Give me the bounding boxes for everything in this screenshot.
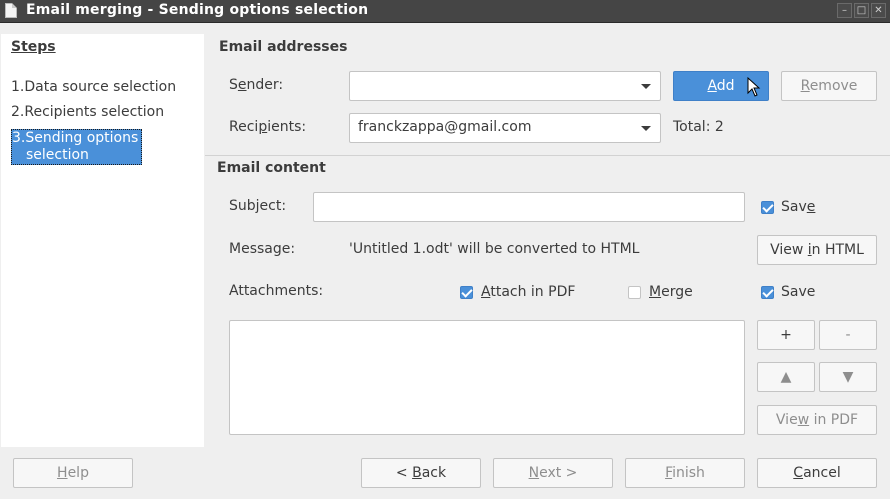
save-subject-checkbox[interactable] bbox=[761, 201, 774, 214]
merge-checkbox[interactable] bbox=[628, 286, 641, 299]
sender-combobox[interactable] bbox=[349, 71, 661, 101]
help-button[interactable]: Help bbox=[13, 458, 133, 488]
mouse-pointer-icon bbox=[747, 77, 761, 97]
step-number: 1. bbox=[11, 79, 25, 95]
close-icon[interactable]: ✕ bbox=[871, 3, 886, 18]
message-label: Message: bbox=[229, 241, 296, 257]
arrow-down-icon: ▼ bbox=[842, 369, 854, 385]
view-in-html-button[interactable]: View in HTML bbox=[757, 235, 877, 265]
save-attachments-checkbox[interactable] bbox=[761, 286, 774, 299]
section-divider bbox=[205, 155, 890, 156]
recipients-total: Total: 2 bbox=[673, 119, 724, 135]
window-title: Email merging - Sending options selectio… bbox=[26, 2, 369, 18]
attachments-label: Attachments: bbox=[229, 283, 324, 299]
email-content-heading: Email content bbox=[217, 160, 326, 176]
attachments-list[interactable] bbox=[229, 320, 745, 435]
email-addresses-heading: Email addresses bbox=[219, 39, 348, 55]
step-label-line1: Sending options bbox=[25, 130, 139, 146]
message-text: 'Untitled 1.odt' will be converted to HT… bbox=[349, 241, 640, 257]
add-attachment-button[interactable]: + bbox=[757, 320, 815, 350]
back-button[interactable]: < Back bbox=[361, 458, 481, 488]
step-sending-options[interactable]: 3.Sending options selection bbox=[11, 129, 142, 165]
save-subject-label[interactable]: Save bbox=[781, 199, 815, 215]
finish-button[interactable]: Finish bbox=[625, 458, 745, 488]
chevron-down-icon[interactable] bbox=[641, 84, 651, 89]
remove-sender-button[interactable]: Remove bbox=[781, 71, 877, 101]
steps-title: Steps bbox=[11, 39, 56, 55]
subject-label: Subject: bbox=[229, 198, 287, 214]
steps-sidebar bbox=[1, 34, 204, 447]
step-label: Recipients selection bbox=[24, 104, 165, 120]
move-up-button[interactable]: ▲ bbox=[757, 362, 815, 392]
chevron-down-icon[interactable] bbox=[641, 126, 651, 131]
attach-in-pdf-label[interactable]: Attach in PDF bbox=[481, 284, 575, 300]
recipients-value: franckzappa@gmail.com bbox=[358, 119, 532, 135]
step-number: 2. bbox=[11, 104, 25, 120]
step-label-line2: selection bbox=[26, 147, 89, 163]
attach-in-pdf-checkbox[interactable] bbox=[460, 286, 473, 299]
sender-label: Sender: bbox=[229, 77, 284, 93]
step-number: 3. bbox=[12, 130, 26, 146]
arrow-up-icon: ▲ bbox=[780, 369, 792, 385]
maximize-icon[interactable]: □ bbox=[854, 3, 869, 18]
remove-attachment-button[interactable]: - bbox=[819, 320, 877, 350]
merge-label[interactable]: Merge bbox=[649, 284, 693, 300]
subject-input[interactable] bbox=[313, 192, 745, 222]
view-in-pdf-button[interactable]: View in PDF bbox=[757, 405, 877, 435]
step-recipients[interactable]: 2.Recipients selection bbox=[11, 104, 164, 120]
step-label: Data source selection bbox=[24, 79, 177, 95]
move-down-button[interactable]: ▼ bbox=[819, 362, 877, 392]
cancel-button[interactable]: Cancel bbox=[757, 458, 877, 488]
next-button[interactable]: Next > bbox=[493, 458, 613, 488]
document-icon bbox=[5, 3, 17, 18]
recipients-combobox[interactable]: franckzappa@gmail.com bbox=[349, 113, 661, 143]
step-data-source[interactable]: 1.Data source selection bbox=[11, 79, 176, 95]
save-attachments-label[interactable]: Save bbox=[781, 284, 815, 300]
recipients-label: Recipients: bbox=[229, 119, 307, 135]
minimize-icon[interactable]: – bbox=[837, 3, 852, 18]
